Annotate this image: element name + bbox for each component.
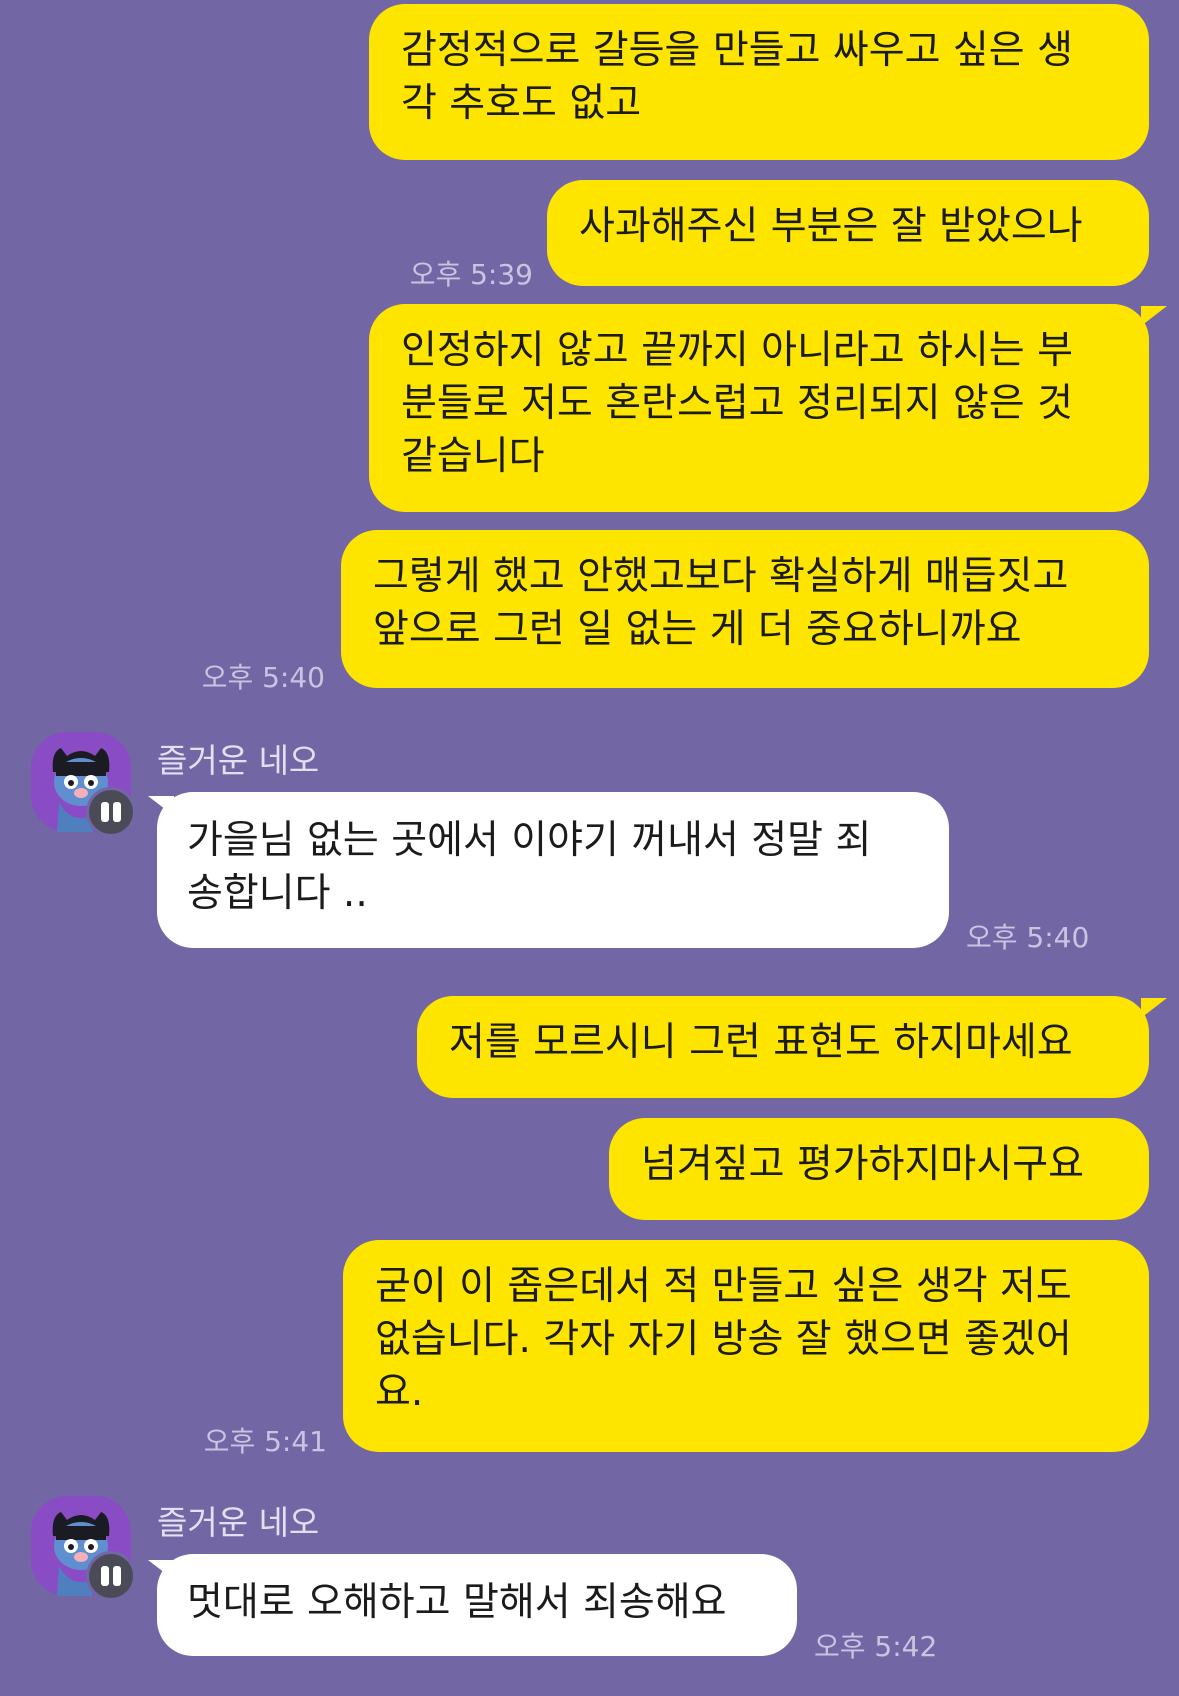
my-message-bubble[interactable]: 감정적으로 갈등을 만들고 싸우고 싶은 생 각 추호도 없고 xyxy=(369,4,1149,160)
my-message-bubble[interactable]: 사과해주신 부분은 잘 받았으나 xyxy=(547,180,1149,286)
message-timestamp: 오후 5:42 xyxy=(814,1630,938,1663)
channel-badge-icon xyxy=(86,1551,136,1601)
sender-name: 즐거운 네오 xyxy=(157,741,320,780)
message-timestamp: 오후 5:39 xyxy=(409,258,533,291)
my-message-bubble[interactable]: 인정하지 않고 끝까지 아니라고 하시는 부 분들로 저도 혼란스럽고 정리되지… xyxy=(369,304,1149,512)
sender-avatar[interactable] xyxy=(31,1496,136,1601)
sender-name: 즐거운 네오 xyxy=(157,1503,320,1542)
bubble-tail xyxy=(1141,306,1167,326)
my-message-bubble[interactable]: 그렇게 했고 안했고보다 확실하게 매듭짓고 앞으로 그런 일 없는 게 더 중… xyxy=(341,530,1149,688)
their-message-bubble[interactable]: 멋대로 오해하고 말해서 죄송해요 xyxy=(157,1554,797,1656)
my-message-bubble[interactable]: 넘겨짚고 평가하지마시구요 xyxy=(609,1118,1149,1220)
channel-badge-icon xyxy=(86,787,136,837)
my-message-bubble[interactable]: 저를 모르시니 그런 표현도 하지마세요 xyxy=(417,996,1149,1098)
message-timestamp: 오후 5:40 xyxy=(201,661,325,694)
my-message-bubble[interactable]: 굳이 이 좁은데서 적 만들고 싶은 생각 저도 없습니다. 각자 자기 방송 … xyxy=(343,1240,1149,1452)
sender-avatar[interactable] xyxy=(31,732,136,837)
bubble-tail xyxy=(1141,998,1167,1018)
message-timestamp: 오후 5:41 xyxy=(203,1425,327,1458)
their-message-bubble[interactable]: 가을님 없는 곳에서 이야기 꺼내서 정말 죄 송합니다 .. xyxy=(157,792,949,948)
message-timestamp: 오후 5:40 xyxy=(966,921,1090,954)
